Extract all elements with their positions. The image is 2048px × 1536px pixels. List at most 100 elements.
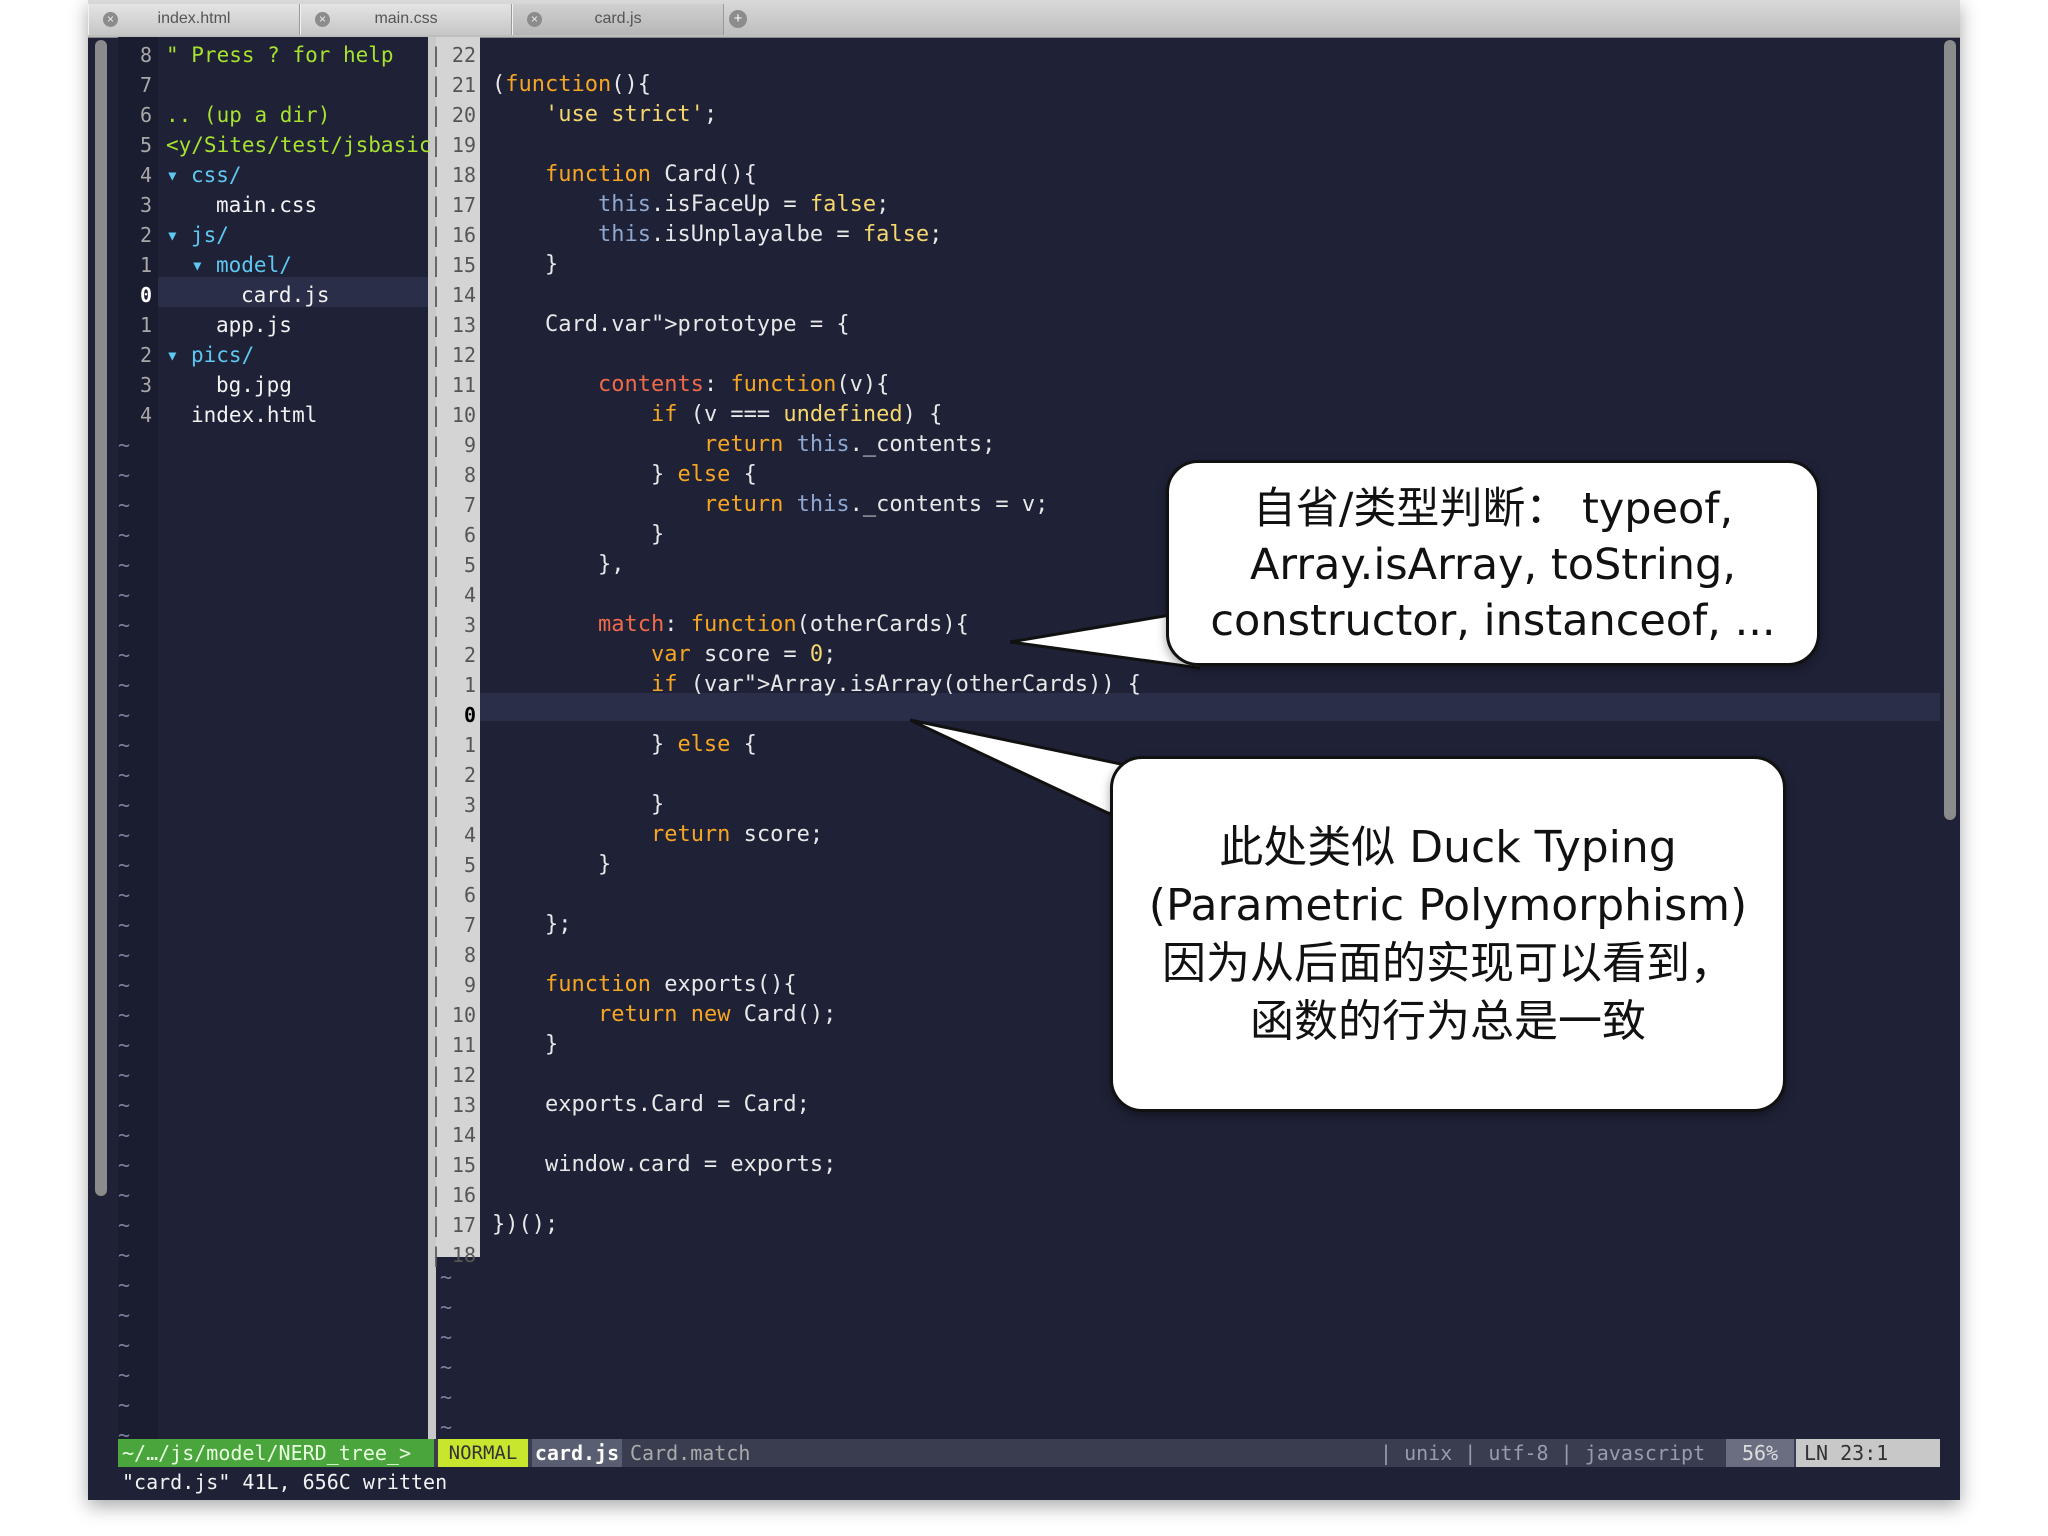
nerdtree-dir-arrow-icon: ▾: [166, 163, 179, 187]
code-line-number: 14: [451, 283, 476, 307]
code-line[interactable]: (function(){: [492, 70, 651, 100]
nerdtree-root[interactable]: <y/Sites/test/jsbasic: [166, 130, 432, 160]
nerdtree-dir-css[interactable]: css/: [191, 160, 242, 190]
code-line[interactable]: this.isUnplayalbe = false;: [492, 220, 942, 250]
code-line-number: 19: [451, 133, 476, 157]
nerdtree-file-app-js[interactable]: app.js: [216, 310, 292, 340]
right-scrollbar[interactable]: [1944, 40, 1956, 820]
empty-line-marker: ~: [118, 853, 131, 877]
code-line[interactable]: } else {: [492, 460, 757, 490]
empty-line-marker: ~: [118, 1153, 131, 1177]
empty-line-marker: ~: [118, 463, 131, 487]
tab-card-js[interactable]: × card.js: [512, 4, 724, 35]
empty-line-marker: ~: [118, 1063, 131, 1087]
code-line-number: 15: [451, 253, 476, 277]
code-line[interactable]: } else {: [492, 730, 757, 760]
code-line[interactable]: return this._contents = v;: [492, 490, 1048, 520]
code-line[interactable]: var score = 0;: [492, 640, 836, 670]
empty-line-marker: ~: [440, 1325, 453, 1349]
code-line-number: 6: [463, 883, 476, 907]
gutter-pipe: |: [430, 943, 443, 967]
empty-line-marker: ~: [118, 823, 131, 847]
empty-line-marker: ~: [118, 1213, 131, 1237]
left-scrollbar[interactable]: [95, 40, 107, 1196]
gutter-pipe: |: [430, 1003, 443, 1027]
code-line[interactable]: window.card = exports;: [492, 1150, 836, 1180]
empty-line-marker: ~: [118, 673, 131, 697]
tab-index-html[interactable]: × index.html: [88, 4, 300, 35]
nerdtree-file-index-html[interactable]: index.html: [191, 400, 317, 430]
status-function: Card.match: [630, 1441, 751, 1465]
gutter-pipe: |: [430, 343, 443, 367]
nerdtree-file-bg-jpg[interactable]: bg.jpg: [216, 370, 292, 400]
nerdtree-file-main-css[interactable]: main.css: [216, 190, 317, 220]
code-line-number: 12: [451, 1063, 476, 1087]
empty-line-marker: ~: [440, 1265, 453, 1289]
gutter-pipe: |: [430, 1063, 443, 1087]
code-line[interactable]: };: [492, 910, 572, 940]
status-file-info: | unix | utf-8 | javascript: [1380, 1441, 1706, 1465]
gutter-pipe: |: [430, 133, 443, 157]
gutter-pipe: |: [430, 73, 443, 97]
empty-line-marker: ~: [118, 1033, 131, 1057]
callout-2-tail: [910, 718, 1140, 816]
code-line-number: 5: [463, 853, 476, 877]
nerdtree-help: " Press ? for help: [166, 43, 394, 67]
code-line[interactable]: Card.var">prototype = {: [492, 310, 850, 340]
nerdtree-dir-model[interactable]: model/: [216, 250, 292, 280]
code-line[interactable]: }: [492, 850, 611, 880]
code-line[interactable]: match: function(otherCards){: [492, 610, 969, 640]
empty-line-marker: ~: [118, 433, 131, 457]
new-tab-icon[interactable]: +: [729, 10, 747, 28]
gutter-pipe: |: [430, 763, 443, 787]
nerdtree-dir-arrow-icon: ▾: [166, 343, 179, 367]
code-line-number: 3: [463, 793, 476, 817]
code-line[interactable]: exports.Card = Card;: [492, 1090, 810, 1120]
code-line[interactable]: }: [492, 790, 664, 820]
gutter-pipe: |: [430, 913, 443, 937]
code-line[interactable]: return this._contents;: [492, 430, 995, 460]
code-line[interactable]: this.isFaceUp = false;: [492, 190, 889, 220]
gutter-pipe: |: [430, 193, 443, 217]
code-line[interactable]: return score;: [492, 820, 823, 850]
nerdtree-up-dir[interactable]: .. (up a dir): [166, 100, 330, 130]
code-line[interactable]: 'use strict';: [492, 100, 717, 130]
code-line[interactable]: return new Card();: [492, 1000, 836, 1030]
callout-introspection: 自省/类型判断： typeof, Array.isArray, toString…: [1166, 460, 1820, 666]
code-line[interactable]: })();: [492, 1210, 558, 1240]
empty-line-marker: ~: [118, 1393, 131, 1417]
code-line-number: 11: [451, 1033, 476, 1057]
code-line[interactable]: function Card(){: [492, 160, 757, 190]
gutter-pipe: |: [430, 973, 443, 997]
gutter-pipe: |: [430, 103, 443, 127]
nerdtree-dir-pics[interactable]: pics/: [191, 340, 254, 370]
code-line[interactable]: function exports(){: [492, 970, 797, 1000]
empty-line-marker: ~: [118, 583, 131, 607]
gutter-pipe: |: [430, 283, 443, 307]
tab-main-css[interactable]: × main.css: [300, 4, 512, 35]
gutter-pipe: |: [430, 673, 443, 697]
nerdtree-file-card-js[interactable]: card.js: [241, 280, 330, 310]
empty-line-marker: ~: [118, 553, 131, 577]
status-nerdtree-path: ~/…/js/model/NERD_tree_>: [118, 1439, 434, 1467]
code-line-number: 15: [451, 1153, 476, 1177]
code-line[interactable]: contents: function(v){: [492, 370, 889, 400]
code-line[interactable]: }: [492, 1030, 558, 1060]
code-line-number: 5: [463, 553, 476, 577]
gutter-pipe: |: [430, 253, 443, 277]
gutter-pipe: |: [430, 523, 443, 547]
empty-line-marker: ~: [118, 643, 131, 667]
status-bar: ~/…/js/model/NERD_tree_> NORMAL card.js …: [118, 1439, 1940, 1467]
code-line[interactable]: }: [492, 250, 558, 280]
code-line[interactable]: },: [492, 550, 625, 580]
empty-line-marker: ~: [440, 1295, 453, 1319]
code-line[interactable]: }: [492, 520, 664, 550]
nerdtree-dir-js[interactable]: js/: [191, 220, 229, 250]
code-line-number: 12: [451, 343, 476, 367]
gutter-pipe: |: [430, 703, 443, 727]
code-line[interactable]: if (v === undefined) {: [492, 400, 942, 430]
empty-line-marker: ~: [118, 913, 131, 937]
gutter-pipe: |: [430, 403, 443, 427]
command-line[interactable]: "card.js" 41L, 656C written: [118, 1467, 1944, 1497]
empty-line-marker: ~: [118, 733, 131, 757]
